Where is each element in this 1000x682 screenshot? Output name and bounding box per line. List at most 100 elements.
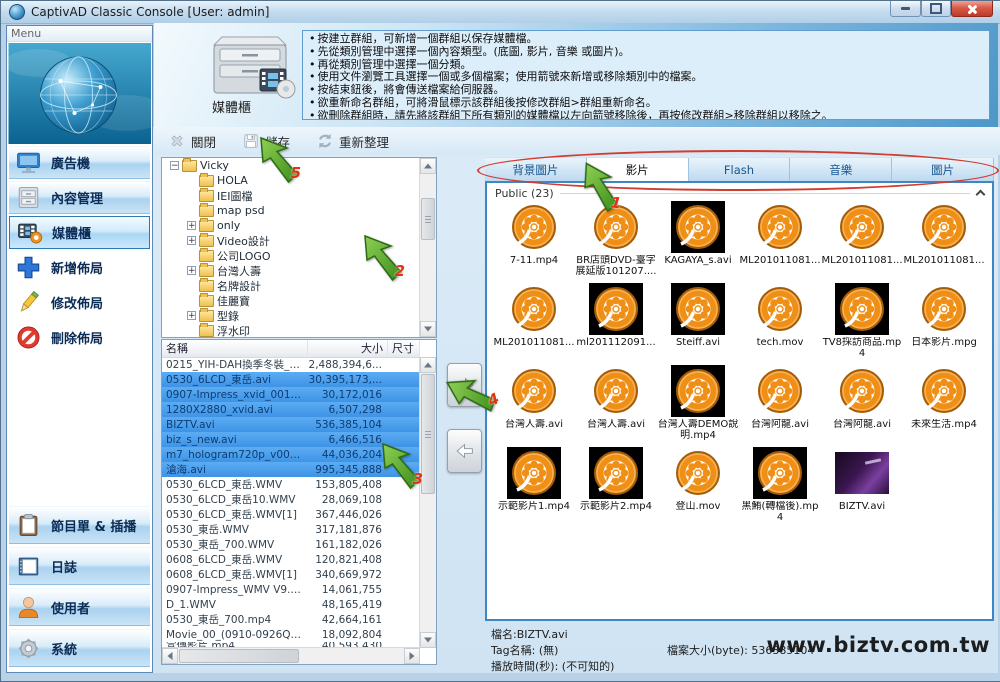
table-row[interactable]: 0530_6LCD_東岳.WMV153,805,408	[162, 477, 420, 492]
tab-Flash[interactable]: Flash	[689, 157, 791, 181]
media-item[interactable]: 日本影片.mpg	[903, 283, 985, 365]
tree-item[interactable]: 名牌設計	[162, 278, 420, 293]
tree-item[interactable]: 浮水印	[162, 323, 420, 337]
table-row[interactable]: 0608_6LCD_東岳.WMV[1]340,669,972	[162, 567, 420, 582]
sidebar-item-edit-layout[interactable]: 修改佈局	[9, 286, 150, 319]
expander-plus-icon[interactable]: +	[187, 221, 196, 230]
expander-minus-icon[interactable]: −	[170, 161, 179, 170]
close-button[interactable]	[951, 1, 993, 17]
tree-item[interactable]: 佳麗寶	[162, 293, 420, 308]
scroll-thumb[interactable]	[179, 649, 299, 663]
tree-item[interactable]: −Vicky	[162, 158, 420, 173]
tree-item[interactable]: +台灣人壽	[162, 263, 420, 278]
media-item[interactable]: Steiff.avi	[657, 283, 739, 365]
table-row[interactable]: 0530_6LCD_東岳.avi30,395,173,...	[162, 372, 420, 387]
table-row[interactable]: m7_hologram720p_v004.AVI44,036,204	[162, 447, 420, 462]
media-item[interactable]: 未來生活.mp4	[903, 365, 985, 447]
table-row[interactable]: 0530_東岳_700.mp442,664,161	[162, 612, 420, 627]
tree-item[interactable]: +型錄	[162, 308, 420, 323]
sidebar-item-playlist[interactable]: 節目單 & 插播	[9, 506, 150, 544]
column-header-dimensions[interactable]: 尺寸	[388, 340, 420, 357]
tab-背景圖片[interactable]: 背景圖片	[485, 157, 587, 181]
sidebar-item-content-mgmt[interactable]: 內容管理	[9, 181, 150, 214]
tree-item[interactable]: +Video設計	[162, 233, 420, 248]
media-item[interactable]: 示範影片1.mp4	[493, 447, 575, 529]
add-files-button[interactable]	[447, 363, 482, 407]
column-header-name[interactable]: 名稱	[162, 340, 308, 357]
expander-plus-icon[interactable]: +	[187, 266, 196, 275]
media-item[interactable]: 台灣人壽.avi	[575, 365, 657, 447]
scroll-left-button[interactable]	[162, 648, 178, 664]
scroll-up-button[interactable]	[420, 158, 436, 174]
save-button[interactable]: 儲存	[242, 132, 290, 151]
expander-plus-icon[interactable]: +	[187, 236, 196, 245]
scroll-thumb[interactable]	[421, 198, 435, 240]
maximize-button[interactable]	[921, 1, 951, 17]
scroll-thumb[interactable]	[421, 374, 435, 494]
tab-音樂[interactable]: 音樂	[790, 157, 892, 181]
table-row[interactable]: 0215_YIH-DAH換季冬裝_無音樂.avi2,488,394,6...	[162, 357, 420, 372]
tab-圖片[interactable]: 圖片	[892, 157, 994, 181]
scroll-down-button[interactable]	[420, 321, 436, 337]
media-item[interactable]: ML201011081...	[903, 201, 985, 283]
tab-影片[interactable]: 影片	[587, 157, 689, 181]
title-bar[interactable]: CaptivAD Classic Console [User: admin]	[1, 1, 1000, 24]
media-item[interactable]: 台灣人壽DEMO說明.mp4	[657, 365, 739, 447]
tree-item[interactable]: map psd	[162, 203, 420, 218]
table-row[interactable]: 0907-Impress_WMV V9.wmv14,061,755	[162, 582, 420, 597]
table-row[interactable]: 0530_6LCD_東岳.WMV[1]367,446,026	[162, 507, 420, 522]
tree-item[interactable]: +only	[162, 218, 420, 233]
remove-files-button[interactable]	[447, 429, 482, 473]
media-item[interactable]: 台灣阿龍.avi	[821, 365, 903, 447]
table-row[interactable]: BIZTV.avi536,385,104	[162, 417, 420, 432]
media-item[interactable]: 台灣人壽.avi	[493, 365, 575, 447]
tree-item[interactable]: 公司LOGO	[162, 248, 420, 263]
media-item[interactable]: 黑鮪(轉檔後).mp4	[739, 447, 821, 529]
collapse-caret-icon[interactable]	[976, 189, 984, 197]
close-button[interactable]: 關閉	[168, 132, 216, 151]
file-list-horizontal-scrollbar[interactable]	[162, 647, 420, 664]
media-item[interactable]: tech.mov	[739, 283, 821, 365]
sidebar-item-log[interactable]: 日誌	[9, 547, 150, 585]
media-item[interactable]: ML201011081...	[821, 201, 903, 283]
media-item[interactable]: KAGAYA_s.avi	[657, 201, 739, 283]
table-row[interactable]: 滄海.avi995,345,888	[162, 462, 420, 477]
file-list-header[interactable]: 名稱 大小 尺寸	[162, 340, 420, 358]
table-row[interactable]: 0530_東岳.WMV317,181,876	[162, 522, 420, 537]
sidebar-item-ad-player[interactable]: 廣告機	[9, 146, 150, 179]
table-row[interactable]: 0608_6LCD_東岳.WMV120,821,408	[162, 552, 420, 567]
table-row[interactable]: 0907-Impress_xvid_001.avi30,172,016	[162, 387, 420, 402]
file-list-vertical-scrollbar[interactable]	[419, 357, 436, 648]
media-item[interactable]: ml201112091...	[575, 283, 657, 365]
scroll-up-button[interactable]	[420, 357, 436, 373]
media-item[interactable]: ML201011081...	[739, 201, 821, 283]
media-item[interactable]: ML201011081...	[493, 283, 575, 365]
sidebar-item-users[interactable]: 使用者	[9, 588, 150, 626]
table-row[interactable]: D_1.WMV48,165,419	[162, 597, 420, 612]
refresh-button[interactable]: 重新整理	[316, 132, 389, 151]
media-item[interactable]: BIZTV.avi	[821, 447, 903, 529]
scroll-down-button[interactable]	[420, 632, 436, 648]
expander-plus-icon[interactable]: +	[187, 311, 196, 320]
sidebar-item-system[interactable]: 系統	[9, 629, 150, 667]
sidebar-item-delete-layout[interactable]: 刪除佈局	[9, 321, 150, 354]
table-row[interactable]: Movie_00_(0910-0926Qsquare_P...18,092,80…	[162, 627, 420, 642]
table-row[interactable]: 0530_6LCD_東岳10.WMV28,069,108	[162, 492, 420, 507]
media-item[interactable]: 7-11.mp4	[493, 201, 575, 283]
media-item[interactable]: 台灣阿龍.avi	[739, 365, 821, 447]
media-item[interactable]: 登山.mov	[657, 447, 739, 529]
sidebar-item-add-layout[interactable]: 新增佈局	[9, 251, 150, 284]
tree-item[interactable]: HOLA	[162, 173, 420, 188]
media-item[interactable]: BR店頭DVD-臺字展延版101207....	[575, 201, 657, 283]
table-row[interactable]: 1280X2880_xvid.avi6,507,298	[162, 402, 420, 417]
table-row[interactable]: biz_s_new.avi6,466,516	[162, 432, 420, 447]
sidebar-item-media-library[interactable]: 媒體櫃	[9, 216, 150, 249]
minimize-button[interactable]	[890, 1, 921, 17]
media-item[interactable]: TV8採訪商品.mp4	[821, 283, 903, 365]
media-item[interactable]: 示範影片2.mp4	[575, 447, 657, 529]
tree-item[interactable]: IEI圖檔	[162, 188, 420, 203]
table-row[interactable]: 0530_東岳_700.WMV161,182,026	[162, 537, 420, 552]
scroll-right-button[interactable]	[404, 648, 420, 664]
tree-vertical-scrollbar[interactable]	[419, 158, 436, 337]
column-header-size[interactable]: 大小	[308, 340, 388, 357]
